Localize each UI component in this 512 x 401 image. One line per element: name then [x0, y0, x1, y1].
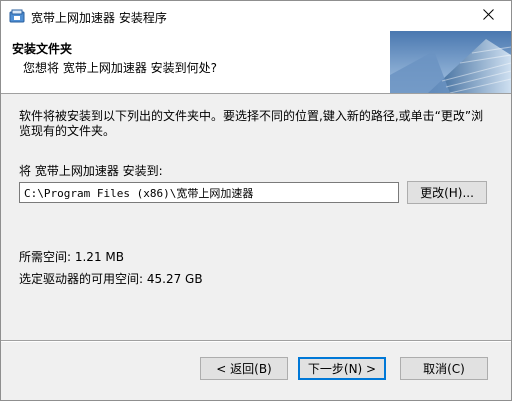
next-button[interactable]: 下一步(N) > [298, 357, 386, 380]
header-title: 安装文件夹 [12, 42, 73, 56]
install-path-label: 将 宽带上网加速器 安装到: [19, 164, 163, 178]
installer-app-icon [9, 8, 25, 24]
description-text: 软件将被安装到以下列出的文件夹中。要选择不同的位置,键入新的路径,或单击“更改”… [19, 109, 484, 138]
close-button[interactable] [465, 1, 511, 31]
space-required-text: 所需空间: 1.21 MB [19, 250, 124, 264]
install-path-input[interactable] [19, 182, 399, 203]
close-icon [482, 9, 494, 23]
window-title: 宽带上网加速器 安装程序 [31, 11, 167, 25]
back-button[interactable]: < 返回(B) [200, 357, 288, 380]
header-panel: 安装文件夹 您想将 宽带上网加速器 安装到何处? [1, 31, 511, 94]
change-folder-button[interactable]: 更改(H)... [407, 181, 487, 204]
title-bar[interactable]: 宽带上网加速器 安装程序 [1, 1, 511, 31]
header-subtitle: 您想将 宽带上网加速器 安装到何处? [23, 61, 217, 75]
installer-window: 宽带上网加速器 安装程序 安装文件夹 您想将 宽带上网加速器 安装到何处? 软件… [0, 0, 512, 401]
cancel-button[interactable]: 取消(C) [400, 357, 488, 380]
footer-separator [1, 340, 511, 342]
header-building-image [390, 31, 511, 94]
space-available-text: 选定驱动器的可用空间: 45.27 GB [19, 272, 203, 286]
